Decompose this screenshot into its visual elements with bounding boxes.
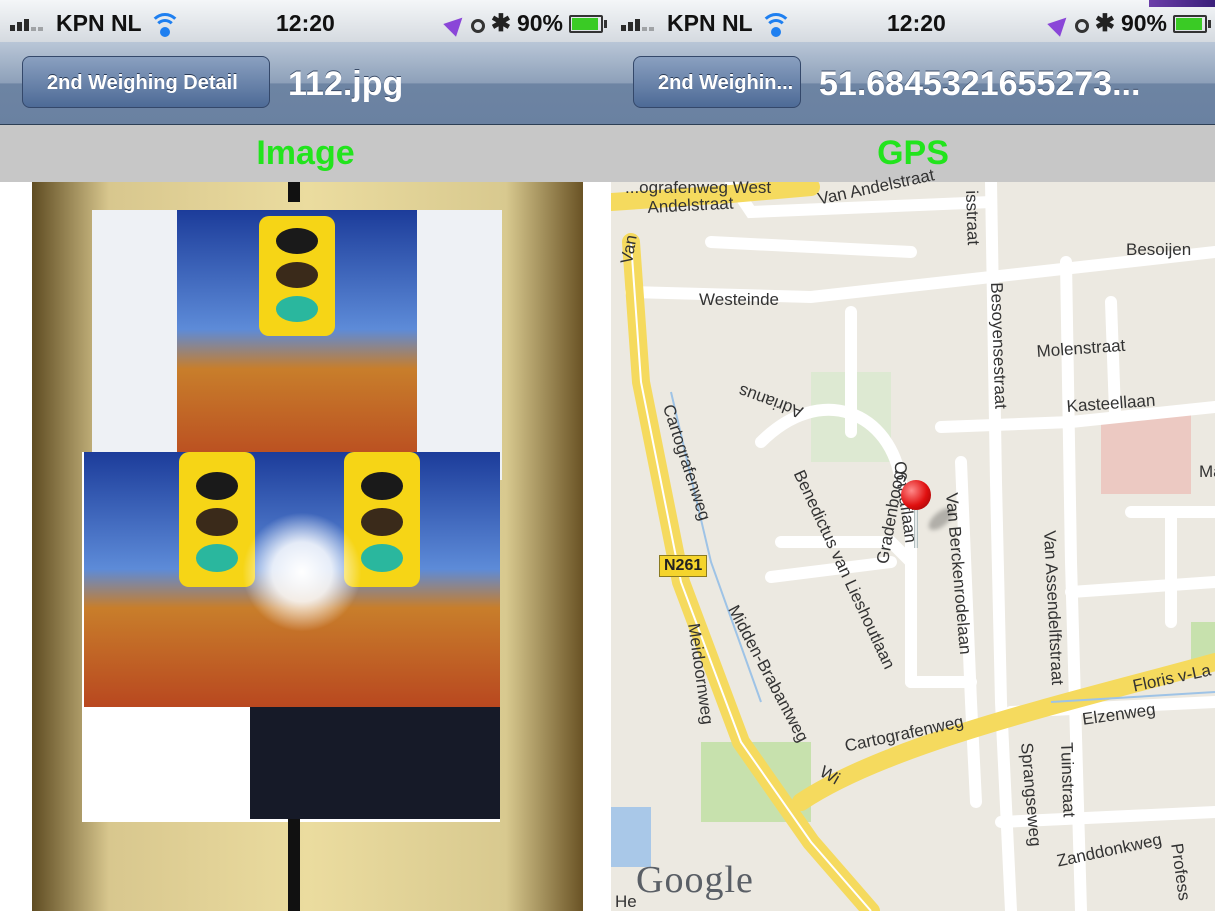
pole-bottom <box>288 819 300 911</box>
navigation-bar: 2nd Weighin... 51.6845321655273... <box>611 42 1215 125</box>
back-button[interactable]: 2nd Weighin... <box>633 56 801 108</box>
google-logo: Google <box>636 859 754 901</box>
status-bar: KPN NL 12:20 ✱ 90% <box>0 0 611 42</box>
navigation-bar: 2nd Weighing Detail 112.jpg <box>0 42 611 125</box>
clock-icon <box>1074 19 1089 33</box>
section-header: Image <box>0 125 611 182</box>
map-view[interactable]: ...ografenweg West Van Andelstraat Andel… <box>611 165 1215 911</box>
map-label: He <box>615 892 637 911</box>
wifi-icon <box>759 13 792 37</box>
traffic-light-image <box>259 216 335 336</box>
carrier-text: KPN NL <box>667 10 753 36</box>
page-title: 51.6845321655273... <box>819 65 1141 103</box>
pole-top <box>288 182 300 202</box>
bluetooth-icon: ✱ <box>1094 10 1115 37</box>
page-title: 112.jpg <box>288 65 404 103</box>
location-arrow-icon <box>443 11 469 37</box>
battery-charging-icon <box>569 15 607 33</box>
location-arrow-icon <box>1047 11 1073 37</box>
bluetooth-icon: ✱ <box>490 10 511 37</box>
carrier-label: KPN NL <box>56 0 181 42</box>
poster-info-strip <box>82 707 500 819</box>
poster-top <box>177 210 417 475</box>
map-label: Ma <box>1199 462 1215 481</box>
map-label: Tuinstraat <box>1057 742 1079 818</box>
carrier-text: KPN NL <box>56 10 142 36</box>
battery-charging-icon <box>1173 15 1211 33</box>
wifi-icon <box>148 13 181 37</box>
corner-overlay <box>1149 0 1215 7</box>
back-button[interactable]: 2nd Weighing Detail <box>22 56 270 108</box>
weighing-photo <box>32 182 583 911</box>
battery-percent: 90% <box>1120 10 1167 36</box>
map-label: isstraat <box>962 190 983 246</box>
n261-shield: N261 <box>659 555 708 577</box>
clock-time: 12:20 <box>276 10 335 36</box>
status-bar: KPN NL 12:20 ✱ 90% <box>611 0 1215 42</box>
clock-icon <box>470 19 485 33</box>
map-pin-icon[interactable] <box>901 480 931 510</box>
map-label: Besoijen <box>1126 240 1192 259</box>
signal-bars-icon <box>621 0 661 42</box>
clock-time: 12:20 <box>887 10 946 36</box>
camera-flash-glare <box>242 512 362 632</box>
map-label: Westeinde <box>699 290 780 309</box>
carrier-label: KPN NL <box>667 0 792 42</box>
map-pin-stick <box>914 508 918 548</box>
signal-bars-icon <box>10 0 50 42</box>
battery-percent: 90% <box>516 10 563 36</box>
right-screen: KPN NL 12:20 ✱ 90% 2nd Weighin... 51.6845… <box>611 0 1215 911</box>
status-right: ✱ 90% <box>443 0 607 42</box>
left-screen: KPN NL 12:20 ✱ 90% 2nd Weighing Detail 11… <box>0 0 611 911</box>
